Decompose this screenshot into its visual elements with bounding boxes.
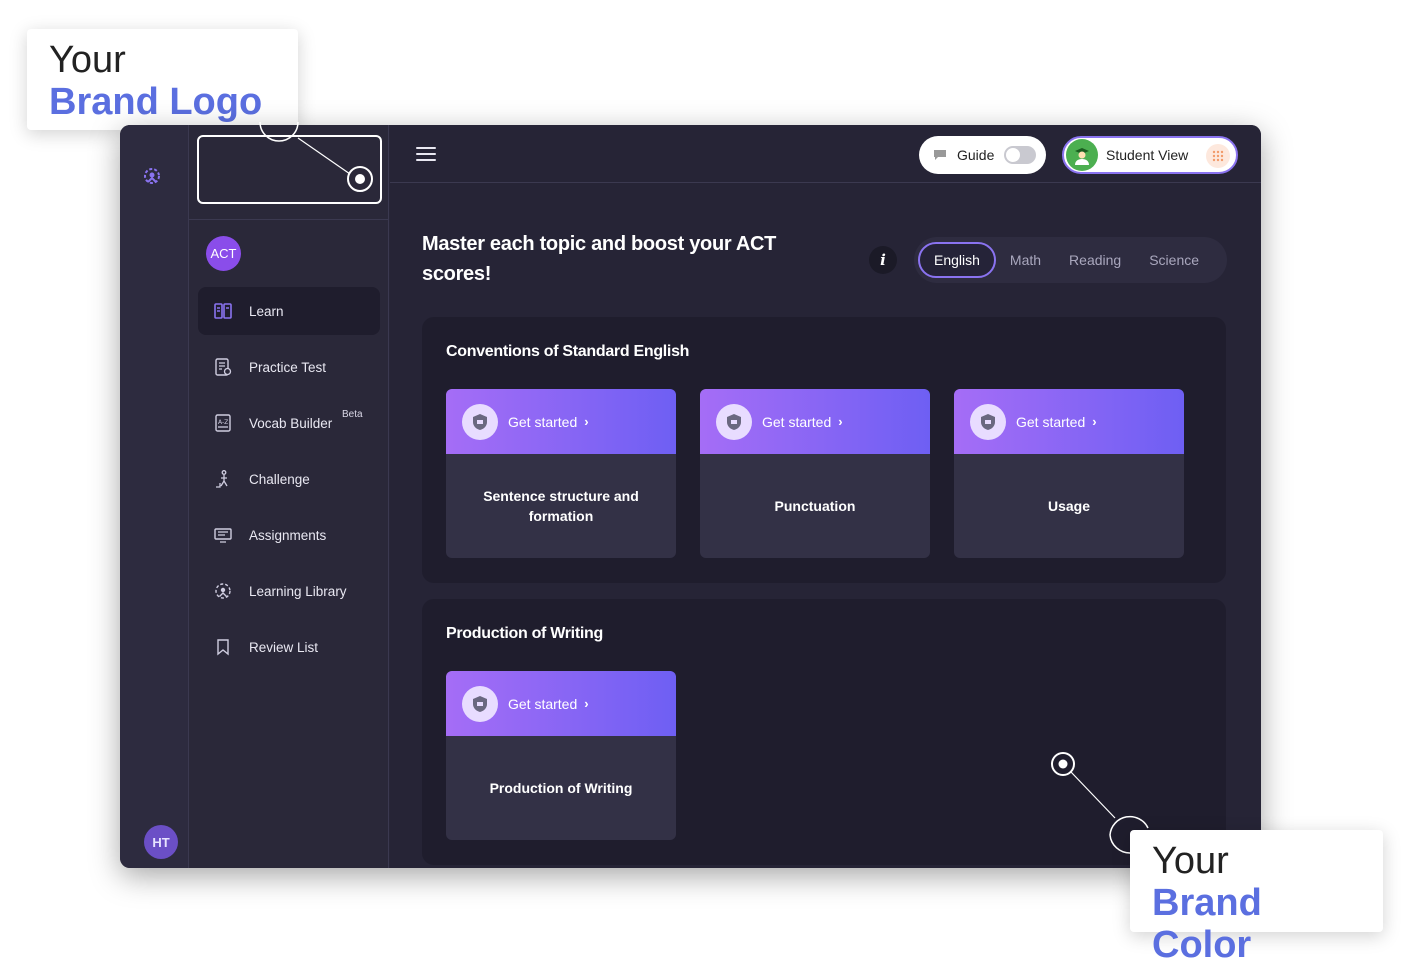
brand-logo-callout-line1: Your	[49, 39, 126, 81]
sidebar-item-label: Learning Library	[249, 583, 347, 599]
info-icon[interactable]: i	[869, 246, 897, 274]
section-title: Production of Writing	[446, 625, 603, 642]
sidebar-item-review-list[interactable]: Review List	[198, 623, 380, 671]
brain-logo-icon[interactable]	[141, 165, 163, 187]
topic-section: Production of Writing Get started › Prod…	[422, 599, 1226, 865]
brand-color-callout-line2: Brand Color	[1152, 882, 1262, 961]
topic-card[interactable]: Get started › Production of Writing	[446, 671, 676, 840]
guide-toggle[interactable]	[1004, 146, 1037, 164]
brand-logo-placeholder	[197, 135, 382, 204]
topic-card[interactable]: Get started › Punctuation	[700, 389, 930, 558]
apps-grid-icon[interactable]	[1206, 144, 1230, 168]
get-started-label: Get started	[762, 413, 832, 430]
guide-label: Guide	[957, 147, 995, 163]
get-started-button[interactable]: Get started ›	[954, 389, 1184, 454]
icon-rail: HT	[120, 125, 189, 868]
bookmark-icon	[212, 636, 234, 658]
sidebar-item-label: Challenge	[249, 471, 310, 487]
book-icon	[212, 300, 234, 322]
sidebar-item-label: Review List	[249, 639, 319, 655]
get-started-label: Get started	[508, 695, 578, 712]
brand-logo-callout-line2: Brand Logo	[49, 81, 263, 123]
tab-reading[interactable]: Reading	[1055, 242, 1135, 278]
brand-color-callout-line1: Your	[1152, 840, 1229, 882]
top-bar: Guide Student View	[390, 125, 1261, 183]
card-topic: Usage	[1047, 498, 1091, 514]
card-topic: Sentence structure and formation	[483, 488, 639, 524]
beta-badge: Beta	[342, 409, 363, 420]
student-view-label: Student View	[1106, 147, 1189, 163]
topic-card[interactable]: Get started › Usage	[954, 389, 1184, 558]
get-started-label: Get started	[508, 413, 578, 430]
tab-science[interactable]: Science	[1135, 242, 1213, 278]
brand-color-callout: Your Brand Color	[1130, 830, 1383, 961]
assignment-icon	[212, 524, 234, 546]
sidebar-item-label: Assignments	[249, 527, 327, 543]
sidebar-item-challenge[interactable]: Challenge	[198, 455, 380, 503]
subject-tabs: English Math Reading Science	[914, 237, 1227, 283]
dictionary-icon: A-Z	[212, 412, 234, 434]
get-started-label: Get started	[1016, 413, 1086, 430]
stage: Your Brand Logo HT ACT Learn Practice Te…	[0, 0, 1408, 961]
user-avatar[interactable]: HT	[144, 825, 178, 859]
sidebar-nav: Learn Practice Test A-Z Vocab Builder Be…	[198, 287, 380, 679]
chevron-right-icon: ›	[584, 696, 589, 711]
chevron-right-icon: ›	[1092, 414, 1097, 429]
brand-logo-callout: Your Brand Logo	[27, 29, 298, 130]
topic-section: Conventions of Standard English Get star…	[422, 317, 1226, 583]
sidebar-item-practice-test[interactable]: Practice Test	[198, 343, 380, 391]
sidebar-item-learning-library[interactable]: Learning Library	[198, 567, 380, 615]
sidebar-divider	[189, 219, 388, 220]
section-title: Conventions of Standard English	[446, 343, 690, 360]
chat-icon	[934, 150, 946, 160]
topic-card[interactable]: Get started › Sentence structure and for…	[446, 389, 676, 558]
svg-text:A-Z: A-Z	[218, 419, 228, 426]
brain-icon	[212, 580, 234, 602]
get-started-button[interactable]: Get started ›	[446, 671, 676, 736]
get-started-button[interactable]: Get started ›	[446, 389, 676, 454]
sidebar-item-label: Vocab Builder	[249, 415, 333, 431]
shield-icon	[970, 403, 1006, 440]
climber-icon	[212, 468, 234, 490]
shield-icon	[462, 403, 498, 440]
page-headline: Master each topic and boost your ACT sco…	[422, 233, 777, 285]
sidebar-item-label: Practice Test	[249, 359, 327, 375]
get-started-button[interactable]: Get started ›	[700, 389, 930, 454]
shield-icon	[462, 685, 498, 722]
chevron-right-icon: ›	[838, 414, 843, 429]
sidebar-item-assignments[interactable]: Assignments	[198, 511, 380, 559]
checklist-icon	[212, 356, 234, 378]
sidebar: ACT Learn Practice Test A-Z Vocab Builde…	[189, 125, 389, 868]
student-avatar-icon	[1066, 139, 1098, 171]
card-topic: Production of Writing	[489, 780, 633, 796]
tab-math[interactable]: Math	[996, 242, 1055, 278]
guide-toggle-pill[interactable]: Guide	[919, 136, 1046, 174]
sidebar-item-label: Learn	[249, 303, 284, 319]
shield-icon	[716, 403, 752, 440]
app-window: HT ACT Learn Practice Test A-Z Vocab Bui…	[120, 125, 1261, 868]
menu-icon[interactable]	[416, 147, 436, 161]
main-content: Guide Student View Master each topic and…	[390, 125, 1261, 868]
exam-badge[interactable]: ACT	[206, 236, 241, 271]
card-topic: Punctuation	[774, 498, 856, 514]
sidebar-item-learn[interactable]: Learn	[198, 287, 380, 335]
chevron-right-icon: ›	[584, 414, 589, 429]
tab-english[interactable]: English	[918, 242, 996, 278]
sidebar-item-vocab-builder[interactable]: A-Z Vocab Builder Beta	[198, 399, 380, 447]
student-view-button[interactable]: Student View	[1062, 136, 1238, 174]
